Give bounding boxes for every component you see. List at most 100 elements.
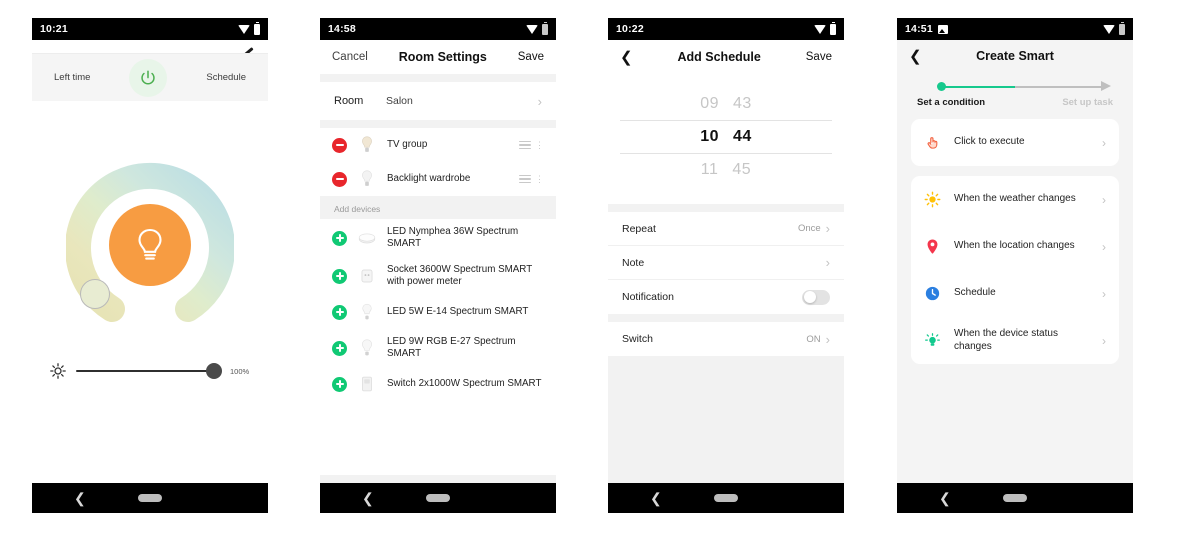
- option-weather-changes[interactable]: When the weather changes ›: [911, 176, 1119, 223]
- add-icon[interactable]: [332, 340, 347, 356]
- app-body: ← LED 5W RGB GU10 Spectr... White Colour…: [32, 40, 268, 483]
- nav-back-icon[interactable]: ❮: [650, 491, 662, 505]
- note-row[interactable]: Note ›: [608, 246, 844, 280]
- available-device-row[interactable]: LED Nymphea 36W Spectrum SMART: [320, 219, 556, 257]
- option-label: Click to execute: [954, 136, 1025, 148]
- app-header: ❮ Add Schedule Save: [608, 40, 844, 74]
- schedule-button[interactable]: Schedule: [206, 72, 246, 83]
- minute-previous: 43: [733, 95, 752, 112]
- nav-home-pill[interactable]: [714, 494, 738, 502]
- overflow-dots-icon[interactable]: ⋮: [535, 140, 544, 150]
- time-option-next[interactable]: 11 45: [608, 154, 844, 186]
- drag-handle-icon[interactable]: ⋮: [519, 139, 544, 152]
- page-title: Create Smart: [976, 49, 1054, 63]
- available-device-row[interactable]: Socket 3600W Spectrum SMART with power m…: [320, 257, 556, 295]
- time-picker[interactable]: 09 43 10 44 11 45: [608, 74, 844, 204]
- notification-toggle[interactable]: [802, 289, 830, 305]
- assigned-device-row[interactable]: Backlight wardrobe ⋮: [320, 162, 556, 196]
- option-click-to-execute[interactable]: Click to execute ›: [911, 119, 1119, 166]
- time-option-previous[interactable]: 09 43: [608, 88, 844, 120]
- minute-selected: 44: [733, 128, 752, 145]
- assigned-device-row[interactable]: TV group ⋮: [320, 128, 556, 162]
- repeat-label: Repeat: [622, 222, 656, 235]
- location-pin-icon: [927, 239, 938, 254]
- available-device-row[interactable]: Switch 2x1000W Spectrum SMART: [320, 367, 556, 401]
- chevron-right-icon: ›: [537, 93, 542, 109]
- power-button[interactable]: [129, 58, 168, 97]
- nav-home-pill[interactable]: [1003, 494, 1027, 502]
- remove-icon[interactable]: [332, 137, 347, 153]
- section-gap: [608, 314, 844, 322]
- switch-row[interactable]: Switch ON ›: [608, 322, 844, 356]
- switch-thumb-icon: [362, 376, 372, 392]
- brightness-slider-thumb[interactable]: [206, 363, 222, 379]
- status-time: 14:51: [905, 23, 933, 35]
- save-button[interactable]: Save: [806, 51, 832, 63]
- room-label: Room: [334, 95, 364, 107]
- chevron-right-icon: ›: [1102, 286, 1106, 301]
- overflow-dots-icon[interactable]: ⋮: [535, 174, 544, 184]
- device-name: LED 5W E-14 Spectrum SMART: [387, 306, 529, 318]
- screenshot-stage: 10:21 ← LED 5W RGB GU10 Spectr... White …: [0, 0, 1178, 533]
- available-device-row[interactable]: LED 5W E-14 Spectrum SMART: [320, 295, 556, 329]
- remove-icon[interactable]: [332, 171, 347, 187]
- battery-icon: [1119, 21, 1125, 35]
- light-bulb-icon: [138, 228, 162, 260]
- app-body: Cancel Room Settings Save Room Salon › T…: [320, 40, 556, 483]
- settings-scroll[interactable]: Room Salon › TV group ⋮ Backlight wardro…: [320, 74, 556, 483]
- cancel-button[interactable]: Cancel: [332, 51, 368, 63]
- chevron-right-icon: ›: [825, 331, 830, 347]
- wifi-icon: [526, 24, 538, 34]
- bulb-power-indicator[interactable]: [109, 204, 191, 286]
- step-label-condition: Set a condition: [917, 97, 986, 108]
- switch-value: ON: [806, 333, 821, 345]
- status-bar: 10:21: [32, 18, 268, 40]
- option-label: When the weather changes: [954, 193, 1076, 205]
- color-temperature-wheel[interactable]: [66, 161, 234, 329]
- wifi-icon: [238, 24, 250, 34]
- nav-home-pill[interactable]: [426, 494, 450, 502]
- brightness-slider-row: 100%: [32, 363, 268, 379]
- add-icon[interactable]: [332, 376, 347, 392]
- brightness-slider[interactable]: [76, 363, 222, 379]
- nav-back-icon[interactable]: ❮: [939, 491, 951, 505]
- repeat-row[interactable]: Repeat Once ›: [608, 212, 844, 246]
- tap-hand-icon: [927, 137, 938, 149]
- save-button[interactable]: Save: [518, 51, 544, 63]
- app-header: Cancel Room Settings Save: [320, 40, 556, 74]
- battery-icon: [542, 21, 548, 35]
- notification-row[interactable]: Notification: [608, 280, 844, 314]
- add-icon[interactable]: [332, 268, 347, 284]
- bulb-thumb-icon: [362, 303, 372, 320]
- add-icon[interactable]: [332, 304, 347, 320]
- option-device-status-changes[interactable]: When the device status changes ›: [911, 317, 1119, 364]
- device-status-icon: [925, 333, 940, 346]
- option-schedule[interactable]: Schedule ›: [911, 270, 1119, 317]
- back-arrow-icon[interactable]: ❮: [620, 50, 633, 65]
- android-nav-bar: ❮: [608, 483, 844, 513]
- wheel-handle[interactable]: [80, 279, 110, 309]
- nav-back-icon[interactable]: ❮: [74, 491, 86, 505]
- nav-back-icon[interactable]: ❮: [362, 491, 374, 505]
- section-gap: [608, 204, 844, 212]
- drag-handle-icon[interactable]: ⋮: [519, 173, 544, 186]
- nav-home-pill[interactable]: [138, 494, 162, 502]
- app-header: ❮ Create Smart: [897, 40, 1133, 72]
- available-device-row[interactable]: LED 9W RGB E-27 Spectrum SMART: [320, 329, 556, 367]
- hour-previous: 09: [700, 95, 719, 112]
- chevron-right-icon: ›: [825, 255, 830, 270]
- switch-group: Switch ON ›: [608, 322, 844, 356]
- photo-icon: [937, 24, 948, 34]
- time-option-selected[interactable]: 10 44: [608, 121, 844, 153]
- status-bar: 14:51: [897, 18, 1133, 40]
- left-time-button[interactable]: Left time: [54, 72, 90, 83]
- room-selector-row[interactable]: Room Salon ›: [320, 82, 556, 120]
- option-label: When the device status changes: [954, 328, 1058, 352]
- section-gap: [320, 74, 556, 82]
- status-icons: [238, 21, 260, 35]
- device-name: Socket 3600W Spectrum SMART with power m…: [387, 264, 533, 287]
- option-location-changes[interactable]: When the location changes ›: [911, 223, 1119, 270]
- add-icon[interactable]: [332, 230, 347, 246]
- phone-screen-add-schedule: 10:22 ❮ Add Schedule Save 09 43 10 44 11…: [608, 18, 844, 513]
- page-title: Add Schedule: [677, 50, 761, 64]
